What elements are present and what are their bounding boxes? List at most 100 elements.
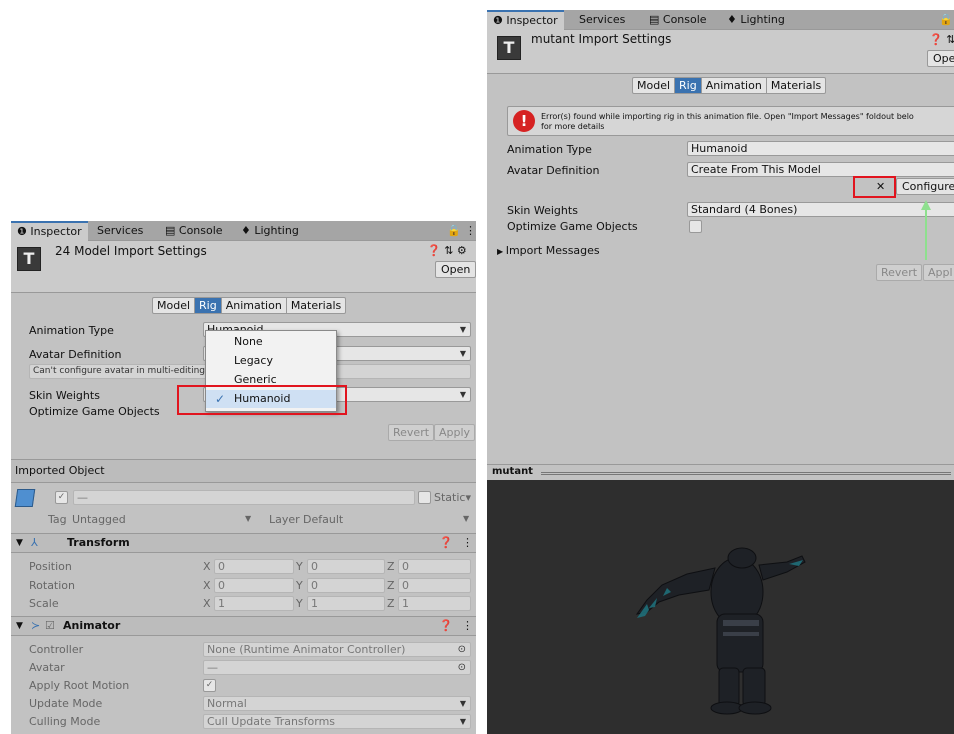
- position-y[interactable]: 0: [307, 559, 385, 574]
- culling-mode-dropdown[interactable]: Cull Update Transforms ▼: [203, 714, 471, 729]
- tag-label: Tag: [48, 513, 67, 526]
- axis-z-label: Z: [387, 597, 395, 610]
- apply-root-motion-checkbox[interactable]: ✓: [203, 679, 216, 692]
- mutant-model-image: [635, 547, 806, 715]
- tab-rig[interactable]: Rig: [195, 298, 222, 313]
- axis-z-label: Z: [387, 579, 395, 592]
- optimize-checkbox[interactable]: [689, 220, 702, 233]
- skin-weights-label: Skin Weights: [29, 389, 100, 402]
- highlight-box-humanoid: [177, 385, 347, 415]
- right-tab-console[interactable]: ▤ Console: [649, 10, 707, 30]
- chevron-down-icon: ▼: [459, 349, 466, 358]
- tab-materials[interactable]: Materials: [767, 78, 825, 93]
- tab-animation[interactable]: Animation: [702, 78, 767, 93]
- position-x[interactable]: 0: [214, 559, 294, 574]
- right-tab-inspector[interactable]: ❶ Inspector: [487, 10, 564, 30]
- transform-header[interactable]: ▼ ⅄ Transform ❓ ⋮: [11, 533, 476, 553]
- left-tab-console[interactable]: ▤ Console: [165, 221, 223, 241]
- controller-field[interactable]: None (Runtime Animator Controller) ⊙: [203, 642, 471, 657]
- page-title: 24 Model Import Settings: [55, 244, 207, 258]
- update-mode-label: Update Mode: [29, 697, 103, 710]
- info-icon: ❶: [17, 225, 31, 238]
- foldout-arrow-icon: ▼: [16, 538, 23, 548]
- static-label[interactable]: Static▾: [434, 491, 471, 504]
- avatar-field[interactable]: — ⊙: [203, 660, 471, 675]
- lock-icon[interactable]: 🔒: [939, 10, 953, 30]
- animation-type-dropdown[interactable]: Humanoid: [687, 141, 954, 156]
- tab-model[interactable]: Model: [153, 298, 196, 313]
- apply-button[interactable]: Apply: [434, 424, 476, 441]
- error-message-box: ! Error(s) found while importing rig in …: [507, 106, 954, 136]
- left-tab-inspector[interactable]: ❶ Inspector: [11, 221, 88, 241]
- right-inspector-panel: ❶ Inspector Services ▤ Console ♦ Lightin…: [487, 10, 954, 734]
- console-icon: ▤: [165, 224, 179, 237]
- configure-button[interactable]: Configure.: [896, 178, 954, 195]
- drag-handle[interactable]: [541, 472, 951, 475]
- open-button[interactable]: Ope: [927, 50, 954, 67]
- tab-animation[interactable]: Animation: [222, 298, 287, 313]
- highlight-box-clear: [853, 176, 896, 198]
- active-checkbox[interactable]: ✓: [55, 491, 68, 504]
- avatar-definition-label: Avatar Definition: [29, 348, 122, 361]
- lock-icon[interactable]: 🔒: [447, 221, 461, 241]
- tag-value[interactable]: Untagged: [72, 513, 126, 526]
- scale-y[interactable]: 1: [307, 596, 385, 611]
- animator-header[interactable]: ▼ ≻ ☑ Animator ❓ ⋮: [11, 616, 476, 636]
- tab-model[interactable]: Model: [633, 78, 676, 93]
- kebab-menu-icon[interactable]: ⋮: [462, 534, 473, 552]
- error-line-2: for more details: [541, 122, 605, 131]
- model-preview-viewport[interactable]: [487, 480, 954, 734]
- error-icon: !: [513, 110, 535, 132]
- right-tab-lighting[interactable]: ♦ Lighting: [727, 10, 785, 30]
- menu-item-legacy[interactable]: Legacy: [206, 352, 336, 370]
- layer-value[interactable]: Default: [303, 513, 343, 526]
- help-settings-icons[interactable]: ❓ ⇅ ⚙: [427, 244, 467, 257]
- animator-icon: ≻: [31, 619, 41, 632]
- skin-weights-dropdown[interactable]: Standard (4 Bones): [687, 202, 954, 217]
- axis-x-label: X: [203, 597, 211, 610]
- foldout-arrow-icon: ▼: [16, 621, 23, 631]
- left-tab-lighting[interactable]: ♦ Lighting: [241, 221, 299, 241]
- menu-item-none[interactable]: None: [206, 333, 336, 351]
- axis-x-label: X: [203, 579, 211, 592]
- revert-button[interactable]: Revert: [876, 264, 923, 281]
- rig-tab-strip: Model Rig Animation Materials: [152, 297, 347, 314]
- rotation-z[interactable]: 0: [398, 578, 471, 593]
- open-button[interactable]: Open: [435, 261, 476, 278]
- left-tab-services[interactable]: Services: [97, 221, 143, 241]
- tab-rig[interactable]: Rig: [675, 78, 702, 93]
- static-checkbox[interactable]: [418, 491, 431, 504]
- help-icon[interactable]: ❓: [439, 534, 453, 552]
- chevron-down-icon: ▼: [459, 699, 466, 708]
- right-header: T mutant Import Settings ❓ ⇅ Ope: [487, 30, 954, 74]
- animator-enabled-checkbox[interactable]: ☑: [45, 617, 55, 635]
- object-picker-icon[interactable]: ⊙: [458, 661, 466, 674]
- model-file-icon: T: [497, 36, 521, 60]
- name-field[interactable]: —: [73, 490, 415, 505]
- kebab-menu-icon[interactable]: ⋮: [465, 221, 476, 241]
- object-picker-icon[interactable]: ⊙: [458, 643, 466, 656]
- help-settings-icons[interactable]: ❓ ⇅: [929, 33, 954, 46]
- help-icon[interactable]: ❓: [439, 617, 453, 635]
- position-z[interactable]: 0: [398, 559, 471, 574]
- axis-y-label: Y: [296, 579, 303, 592]
- right-tab-services[interactable]: Services: [579, 10, 625, 30]
- apply-button[interactable]: Appl: [923, 264, 954, 281]
- tab-materials[interactable]: Materials: [287, 298, 345, 313]
- gameobject-icon: [14, 489, 36, 507]
- rotation-y[interactable]: 0: [307, 578, 385, 593]
- kebab-menu-icon[interactable]: ⋮: [462, 617, 473, 635]
- avatar-definition-dropdown[interactable]: Create From This Model: [687, 162, 954, 177]
- preview-label: mutant: [492, 466, 533, 477]
- scale-z[interactable]: 1: [398, 596, 471, 611]
- update-mode-dropdown[interactable]: Normal ▼: [203, 696, 471, 711]
- bulb-icon: ♦: [727, 13, 741, 26]
- axis-z-label: Z: [387, 560, 395, 573]
- revert-button[interactable]: Revert: [388, 424, 435, 441]
- axis-y-label: Y: [296, 560, 303, 573]
- animation-type-label: Animation Type: [507, 143, 592, 156]
- skin-weights-label: Skin Weights: [507, 204, 578, 217]
- rotation-x[interactable]: 0: [214, 578, 294, 593]
- import-messages-foldout[interactable]: ▶ Import Messages: [497, 244, 600, 257]
- scale-x[interactable]: 1: [214, 596, 294, 611]
